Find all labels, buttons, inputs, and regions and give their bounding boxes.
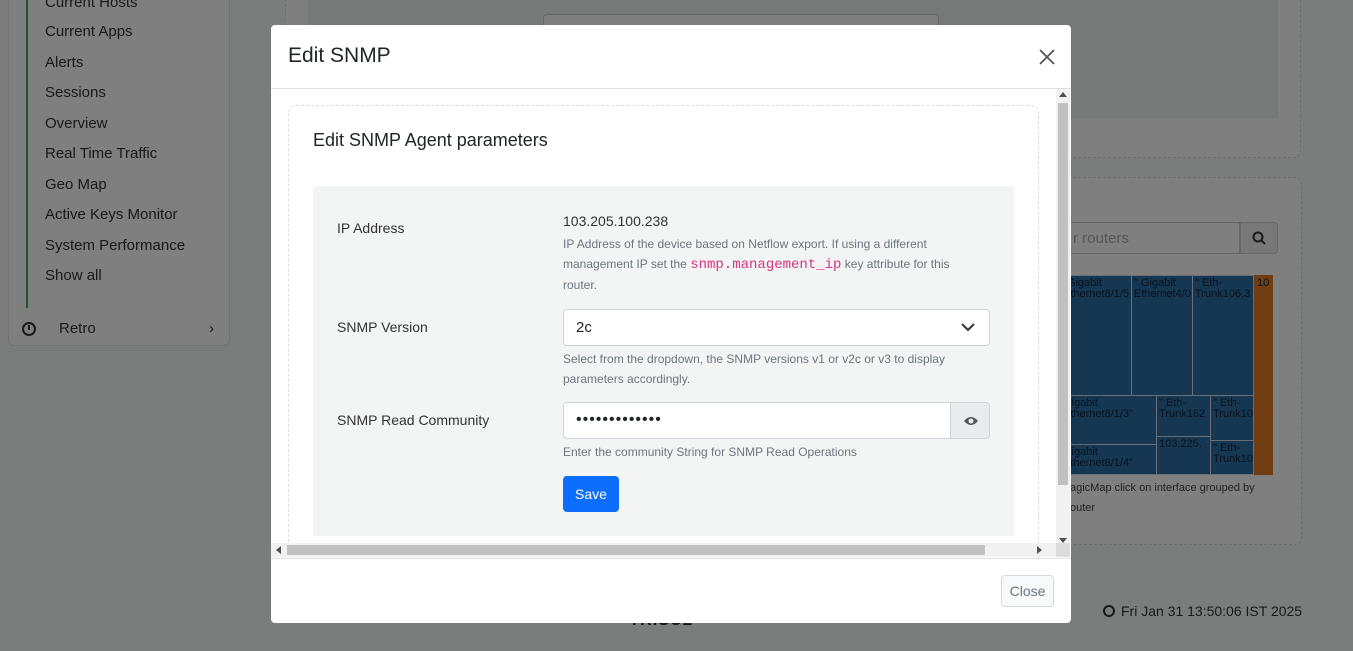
vertical-scrollbar[interactable] [1056,89,1070,543]
toggle-password-button[interactable] [950,402,990,439]
close-icon[interactable] [1036,46,1058,68]
snmp-version-select[interactable]: 2c [563,309,990,346]
modal-footer: Close [271,558,1071,623]
ip-address-label: IP Address [337,220,405,236]
chevron-down-icon [961,323,975,332]
snmp-community-help: Enter the community String for SNMP Read… [563,445,857,459]
modal-title: Edit SNMP [288,44,391,67]
scrollbar-corner [1056,543,1070,557]
edit-snmp-modal: Edit SNMP Edit SNMP Agent parameters IP … [271,25,1071,623]
modal-body: Edit SNMP Agent parameters IP Address 10… [271,89,1071,559]
scroll-left-arrow-icon[interactable] [276,546,281,554]
snmp-version-label: SNMP Version [337,319,428,335]
eye-icon [964,417,978,425]
scrollbar-thumb[interactable] [1058,103,1068,485]
snmp-form: IP Address 103.205.100.238 IP Address of… [313,186,1014,536]
snmp-version-value: 2c [576,319,592,336]
modal-header: Edit SNMP [271,25,1071,89]
scrollbar-thumb[interactable] [287,545,985,555]
ip-address-value: 103.205.100.238 [563,213,669,229]
snmp-community-label: SNMP Read Community [337,412,490,428]
ip-address-help: IP Address of the device based on Netflo… [563,234,963,295]
snmp-agent-card: Edit SNMP Agent parameters IP Address 10… [288,105,1039,559]
scroll-right-arrow-icon[interactable] [1037,546,1042,554]
save-button[interactable]: Save [563,476,619,512]
scroll-up-arrow-icon[interactable] [1059,92,1067,97]
snmp-community-input[interactable]: ••••••••••••• [563,402,951,439]
ip-help-code: snmp.management_ip [690,257,842,273]
close-button[interactable]: Close [1001,575,1054,607]
card-title: Edit SNMP Agent parameters [313,130,548,150]
snmp-version-help: Select from the dropdown, the SNMP versi… [563,352,945,386]
horizontal-scrollbar[interactable] [271,543,1056,557]
